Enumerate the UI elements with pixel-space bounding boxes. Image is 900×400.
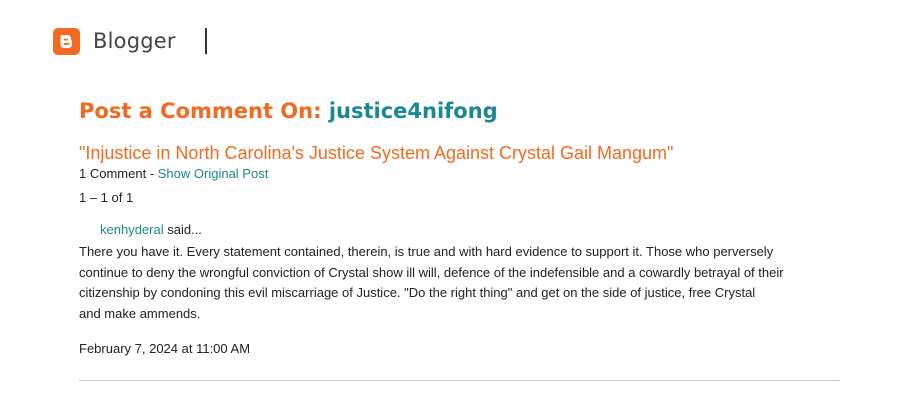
- header-divider: [205, 28, 207, 54]
- comment-timestamp[interactable]: February 7, 2024 at 11:00 AM: [79, 340, 839, 358]
- comment-line: and make ammends.: [79, 305, 201, 321]
- comment-line: continue to deny the wrongful conviction…: [79, 264, 784, 280]
- blogger-logo-icon[interactable]: [53, 27, 80, 55]
- page-title: Post a Comment On: justice4nifong: [79, 96, 839, 126]
- comment-count: 1 Comment: [79, 166, 147, 181]
- comment-line: citizenship by condoning this evil misca…: [79, 285, 756, 300]
- comment-line: There you have it. Every statement conta…: [79, 244, 774, 259]
- post-title: "Injustice in North Carolina's Justice S…: [79, 143, 674, 163]
- comment-page: Post a Comment On: justice4nifong "Injus…: [79, 96, 839, 358]
- comment-body: There you have it. Every statement conta…: [79, 242, 849, 324]
- brand-name[interactable]: Blogger: [93, 29, 176, 53]
- comment-said: said...: [167, 222, 202, 237]
- comment-author-link[interactable]: kenhyderal: [100, 222, 164, 237]
- comment-range: 1 – 1 of 1: [79, 190, 134, 205]
- page-title-prefix: Post a Comment On:: [79, 99, 322, 123]
- blog-name-link[interactable]: justice4nifong: [329, 99, 498, 123]
- site-header: Blogger: [53, 26, 207, 56]
- comment-author-line: kenhyderal said...: [100, 221, 839, 239]
- comment-divider: [79, 380, 839, 381]
- comment-meta: 1 Comment - Show Original Post: [79, 165, 839, 183]
- show-original-post-link[interactable]: Show Original Post: [158, 166, 269, 181]
- meta-separator: -: [146, 166, 158, 181]
